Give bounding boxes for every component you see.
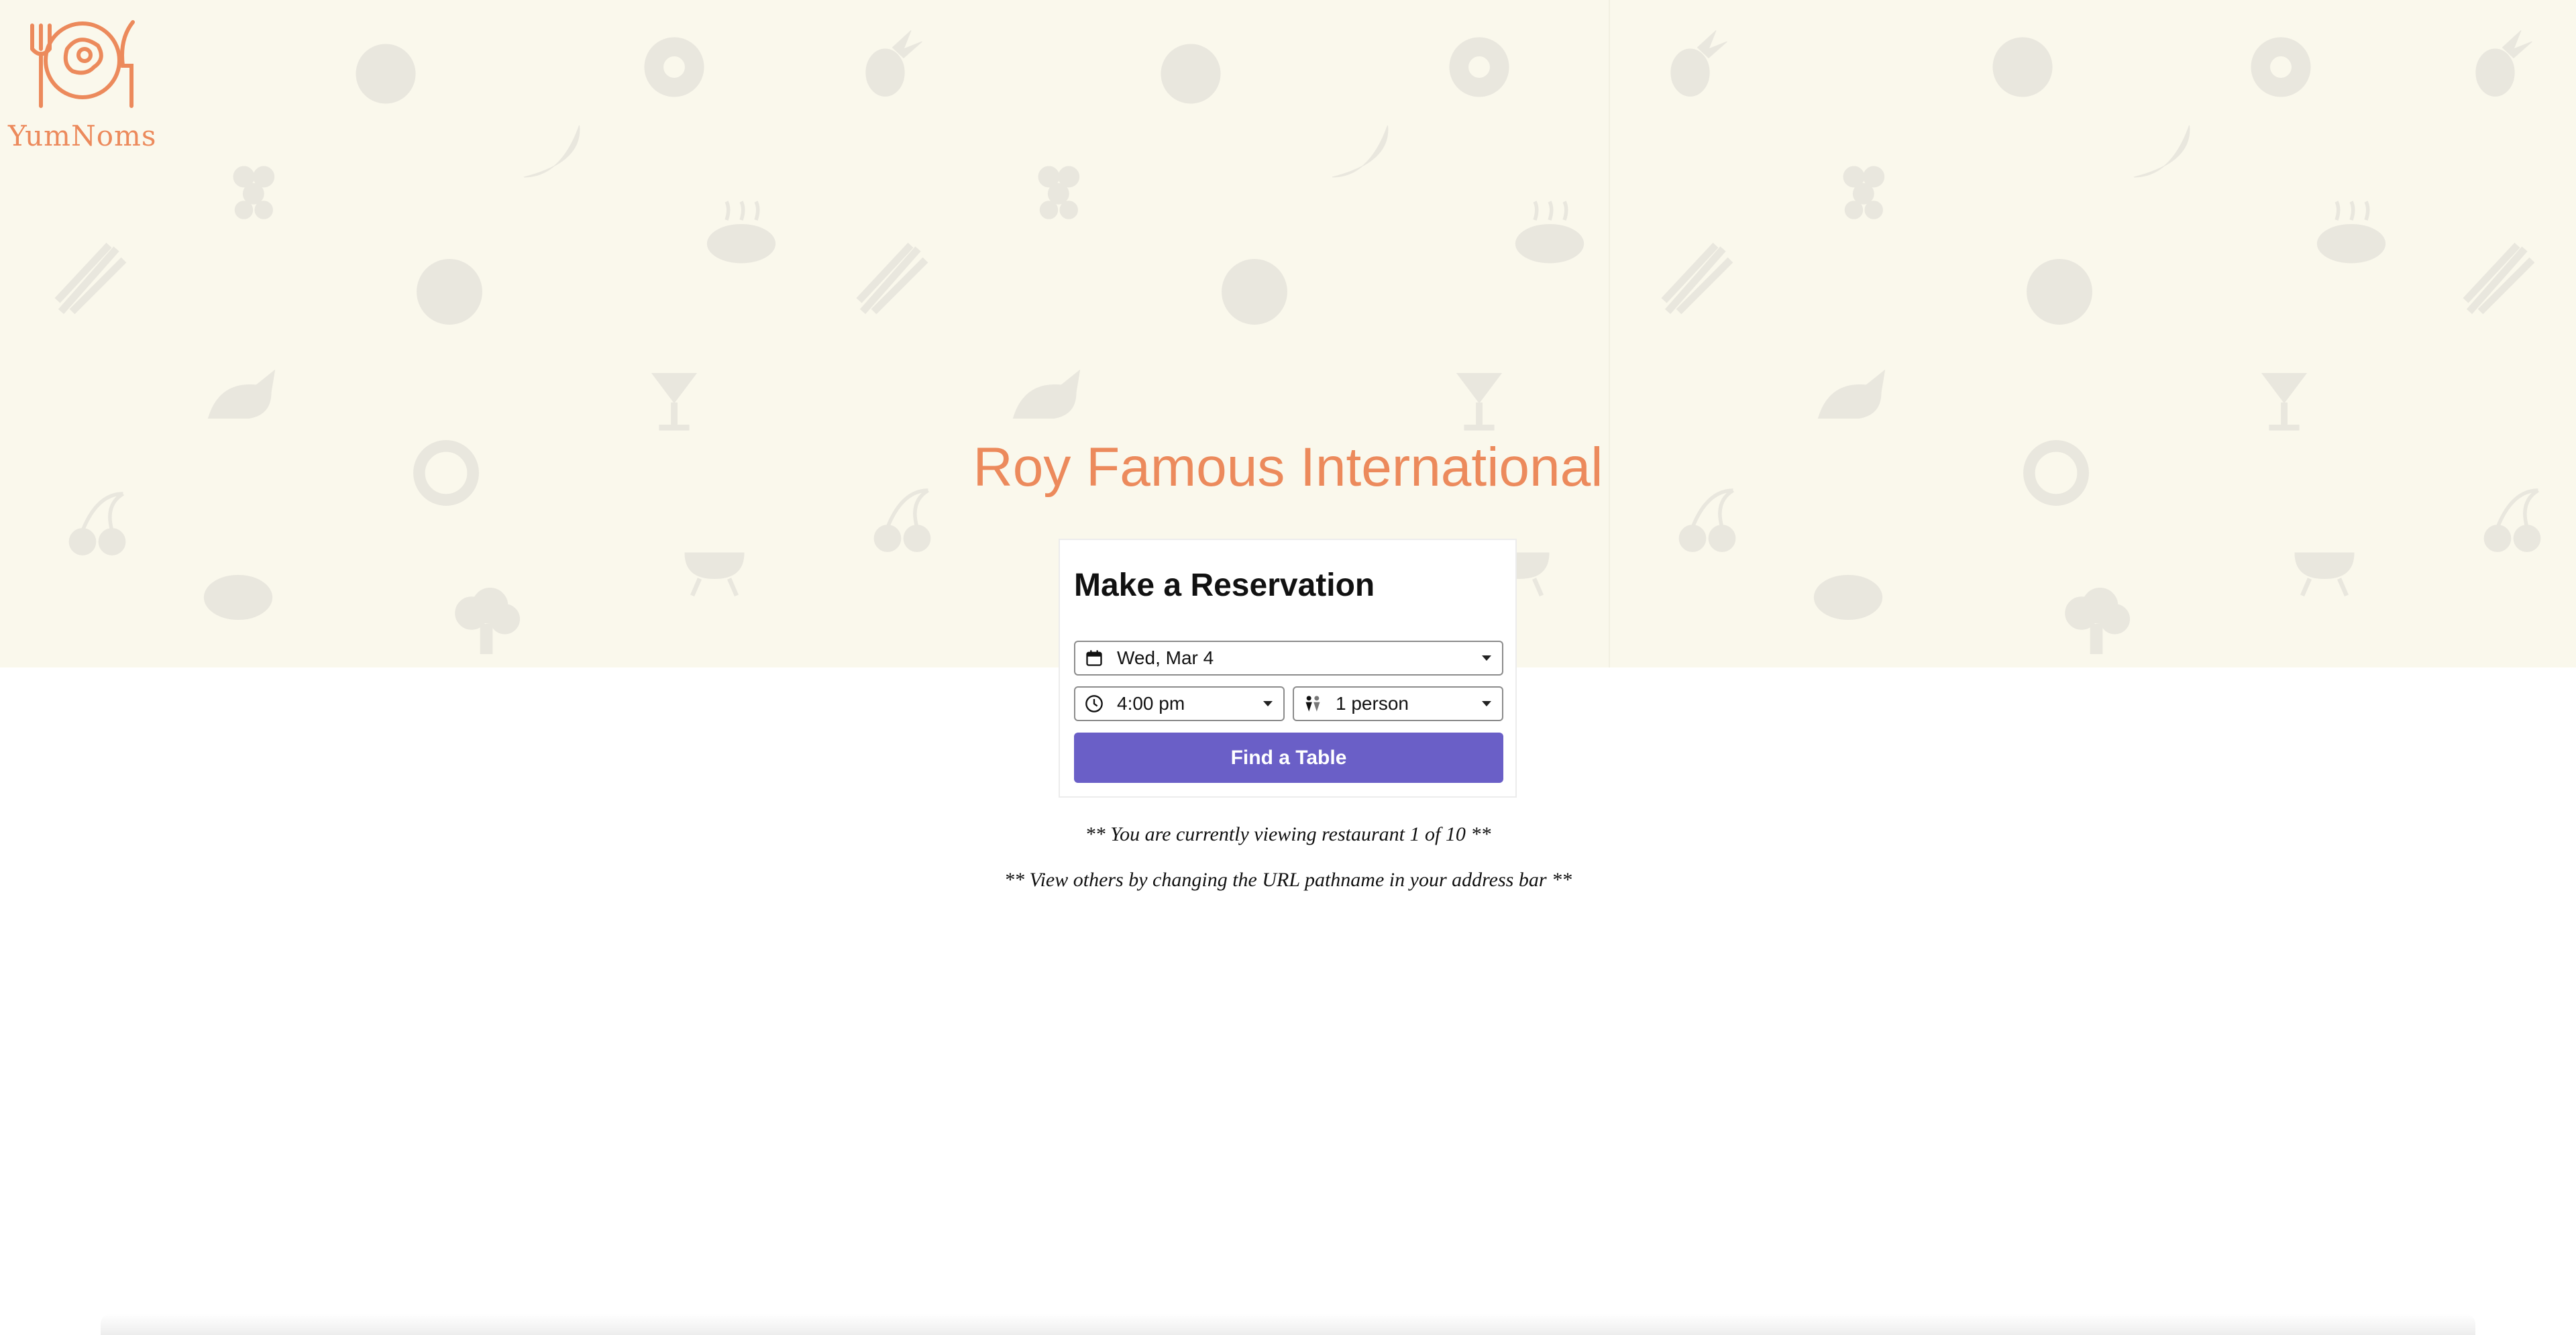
asparagus-icon xyxy=(54,242,127,315)
bread-icon xyxy=(1811,557,1885,631)
steak-icon xyxy=(2314,198,2388,272)
chevron-down-icon xyxy=(1263,701,1273,706)
chevron-down-icon xyxy=(1482,655,1491,661)
cocktail-icon xyxy=(1442,362,1516,436)
pineapple-icon xyxy=(852,27,926,101)
plate-fork-knife-icon xyxy=(30,20,135,108)
broccoli-icon xyxy=(2059,584,2133,657)
grill-icon xyxy=(2288,523,2361,597)
cocktail-icon xyxy=(637,362,711,436)
hero-pattern-seam xyxy=(1609,0,1610,668)
restaurant-name: Roy Famous International xyxy=(973,437,1603,498)
pineapple-icon xyxy=(1657,27,1731,101)
url-hint-note: ** View others by changing the URL pathn… xyxy=(1004,869,1572,891)
donut-icon xyxy=(1442,30,1516,104)
time-select-value: 4:00 pm xyxy=(1117,693,1185,714)
reservation-card: Make a Reservation Wed, Mar 4 4:00 pm 1 … xyxy=(1059,539,1517,798)
party-size-select[interactable]: 1 person xyxy=(1293,686,1503,721)
citrus-icon xyxy=(2023,255,2096,329)
banana-icon xyxy=(1325,111,1399,184)
steak-icon xyxy=(704,198,778,272)
asparagus-icon xyxy=(855,242,929,315)
party-size-value: 1 person xyxy=(1336,693,1409,714)
grapes-icon xyxy=(1828,151,1902,225)
citrus-icon xyxy=(1218,255,1291,329)
broccoli-icon xyxy=(449,584,523,657)
citrus-icon xyxy=(413,255,486,329)
watermelon-icon xyxy=(349,37,423,111)
find-table-button[interactable]: Find a Table xyxy=(1074,733,1503,783)
date-select[interactable]: Wed, Mar 4 xyxy=(1074,641,1503,676)
roast-chicken-icon xyxy=(205,356,278,429)
cocktail-icon xyxy=(2247,362,2321,436)
reservation-heading: Make a Reservation xyxy=(1074,568,1375,603)
watermelon-icon xyxy=(1986,30,2059,104)
people-icon xyxy=(1305,696,1320,712)
banana-icon xyxy=(517,111,590,184)
roast-chicken-icon xyxy=(1010,356,1083,429)
donut-icon xyxy=(637,30,711,104)
donut-icon xyxy=(2244,30,2318,104)
grapes-icon xyxy=(218,151,292,225)
asparagus-icon xyxy=(2462,242,2536,315)
watermelon-icon xyxy=(1154,37,1228,111)
asparagus-icon xyxy=(1660,242,1734,315)
grill-icon xyxy=(678,523,751,597)
pineapple-icon xyxy=(2462,27,2536,101)
restaurant-count-note: ** You are currently viewing restaurant … xyxy=(1085,823,1491,845)
steak-icon xyxy=(1513,198,1587,272)
clock-icon xyxy=(1085,695,1103,712)
chevron-down-icon xyxy=(1482,701,1491,706)
grapes-icon xyxy=(1023,151,1097,225)
banana-icon xyxy=(2127,111,2200,184)
date-select-value: Wed, Mar 4 xyxy=(1117,647,1214,668)
roast-chicken-icon xyxy=(1815,356,1888,429)
time-select[interactable]: 4:00 pm xyxy=(1074,686,1285,721)
bread-icon xyxy=(201,557,275,631)
brand-name: YumNoms xyxy=(8,119,157,152)
calendar-icon xyxy=(1086,650,1102,666)
bottom-panel-edge xyxy=(101,1314,2475,1335)
